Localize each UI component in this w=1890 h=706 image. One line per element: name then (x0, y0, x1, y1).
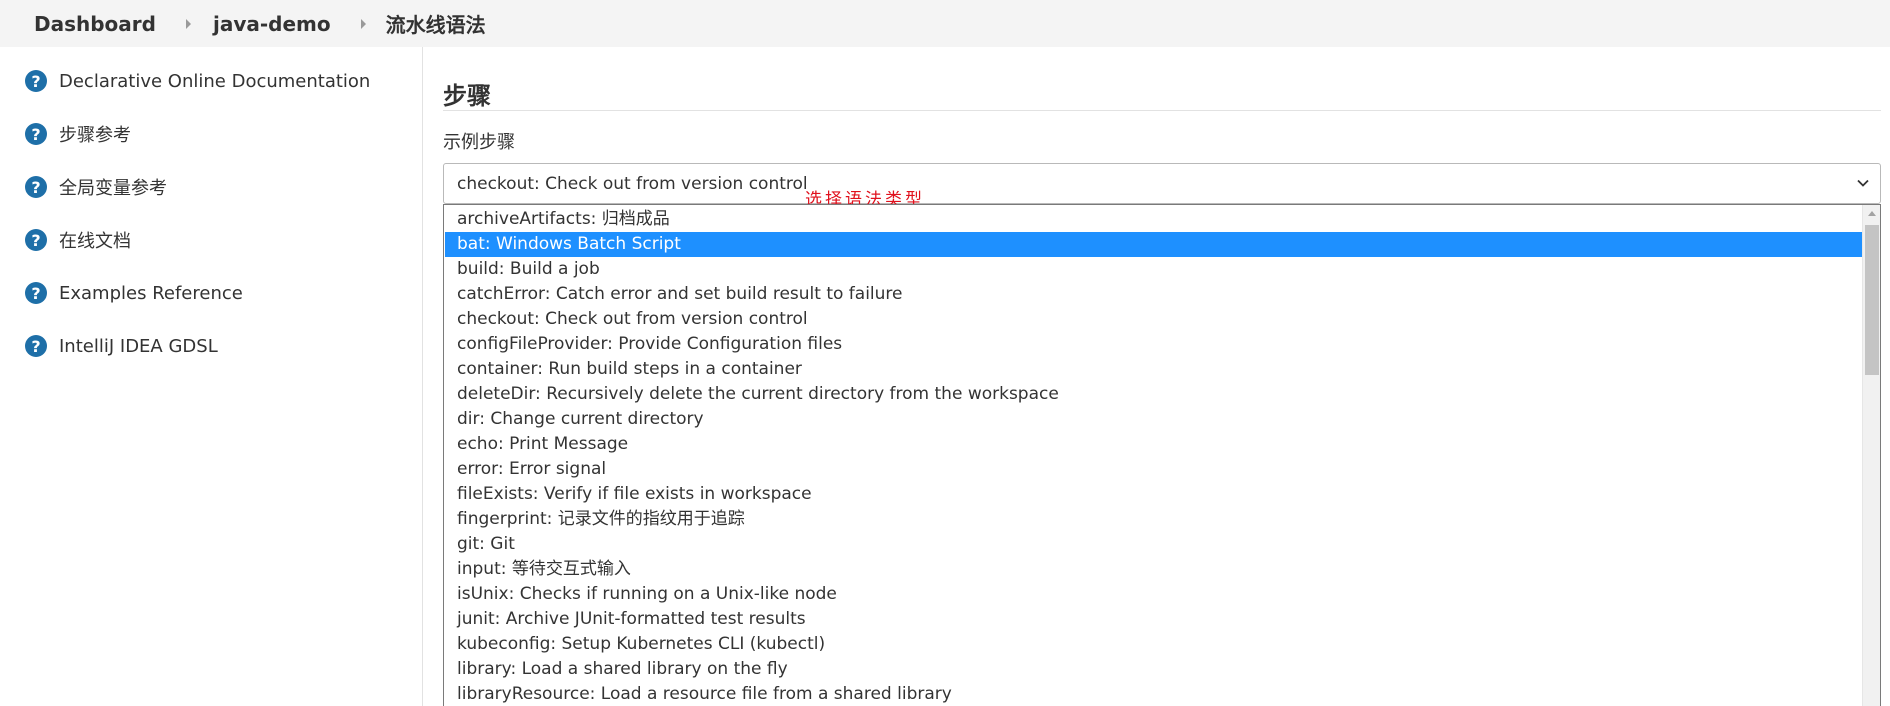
help-icon: ? (25, 123, 47, 145)
breadcrumb-separator-icon (185, 18, 191, 29)
dropdown-option-highlighted[interactable]: bat: Windows Batch Script (445, 232, 1862, 257)
sample-step-select[interactable]: checkout: Check out from version control (443, 163, 1881, 204)
breadcrumb-java-demo[interactable]: java-demo (213, 12, 331, 36)
dropdown-option[interactable]: fingerprint: 记录文件的指纹用于追踪 (445, 507, 1862, 532)
dropdown-option[interactable]: input: 等待交互式输入 (445, 557, 1862, 582)
breadcrumb-current-page[interactable]: 流水线语法 (386, 9, 486, 38)
scrollbar-thumb[interactable] (1865, 225, 1879, 375)
dropdown-option[interactable]: junit: Archive JUnit-formatted test resu… (445, 607, 1862, 632)
dropdown-option[interactable]: container: Run build steps in a containe… (445, 357, 1862, 382)
breadcrumb-separator-icon (360, 18, 366, 29)
help-icon: ? (25, 70, 47, 92)
section-divider (443, 110, 1881, 111)
dropdown-option[interactable]: libraryResource: Load a resource file fr… (445, 682, 1862, 706)
dropdown-option[interactable]: kubeconfig: Setup Kubernetes CLI (kubect… (445, 632, 1862, 657)
sidebar-item-online-docs[interactable]: ? 在线文档 (25, 226, 131, 254)
help-icon: ? (25, 176, 47, 198)
step-dropdown-list[interactable]: archiveArtifacts: 归档成品 bat: Windows Batc… (443, 204, 1881, 706)
sidebar-item-label: IntelliJ IDEA GDSL (59, 335, 218, 357)
dropdown-option[interactable]: archiveArtifacts: 归档成品 (445, 207, 1862, 232)
sidebar-item-declarative-docs[interactable]: ? Declarative Online Documentation (25, 67, 370, 95)
sidebar-item-global-variables[interactable]: ? 全局变量参考 (25, 173, 167, 201)
dropdown-option[interactable]: library: Load a shared library on the fl… (445, 657, 1862, 682)
dropdown-scrollbar[interactable] (1862, 205, 1880, 706)
breadcrumb: Dashboard java-demo 流水线语法 (0, 0, 1890, 47)
dropdown-option[interactable]: isUnix: Checks if running on a Unix-like… (445, 582, 1862, 607)
dropdown-option[interactable]: error: Error signal (445, 457, 1862, 482)
field-label: 示例步骤 (443, 132, 515, 153)
sidebar-item-examples-reference[interactable]: ? Examples Reference (25, 279, 243, 307)
sidebar-item-label: 步骤参考 (59, 125, 131, 146)
sidebar-item-label: 全局变量参考 (59, 178, 167, 199)
help-icon: ? (25, 229, 47, 251)
sidebar-item-label: Declarative Online Documentation (59, 70, 371, 92)
dropdown-option[interactable]: fileExists: Verify if file exists in wor… (445, 482, 1862, 507)
scroll-up-arrow-icon[interactable] (1868, 211, 1876, 216)
dropdown-option[interactable]: dir: Change current directory (445, 407, 1862, 432)
chevron-down-icon (1857, 179, 1869, 187)
breadcrumb-dashboard[interactable]: Dashboard (34, 12, 156, 36)
select-value: checkout: Check out from version control (457, 173, 808, 194)
dropdown-option[interactable]: checkout: Check out from version control (445, 307, 1862, 332)
dropdown-option[interactable]: deleteDir: Recursively delete the curren… (445, 382, 1862, 407)
sidebar: ? Declarative Online Documentation ? 步骤参… (0, 47, 423, 706)
sidebar-item-intellij-gdsl[interactable]: ? IntelliJ IDEA GDSL (25, 332, 218, 360)
section-title: 步骤 (443, 82, 491, 110)
dropdown-option[interactable]: git: Git (445, 532, 1862, 557)
sidebar-item-steps-reference[interactable]: ? 步骤参考 (25, 120, 131, 148)
dropdown-option[interactable]: catchError: Catch error and set build re… (445, 282, 1862, 307)
help-icon: ? (25, 282, 47, 304)
dropdown-option[interactable]: configFileProvider: Provide Configuratio… (445, 332, 1862, 357)
help-icon: ? (25, 335, 47, 357)
sidebar-item-label: Examples Reference (59, 282, 243, 304)
dropdown-option[interactable]: echo: Print Message (445, 432, 1862, 457)
sidebar-item-label: 在线文档 (59, 231, 131, 252)
dropdown-option[interactable]: build: Build a job (445, 257, 1862, 282)
